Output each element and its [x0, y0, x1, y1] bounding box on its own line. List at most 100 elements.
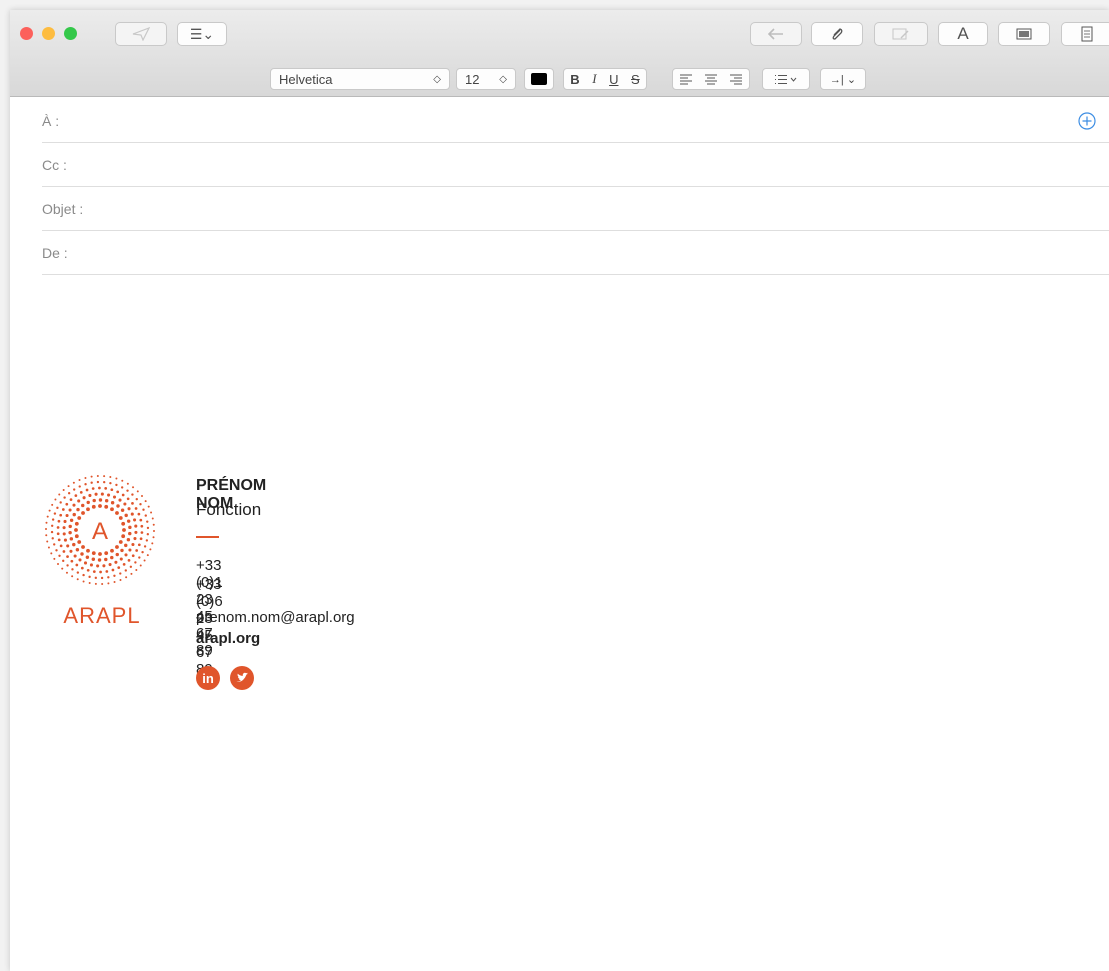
logo-dot	[122, 563, 126, 566]
logo-dot	[53, 543, 56, 546]
logo-dot	[139, 564, 142, 567]
logo-dot	[86, 507, 90, 512]
logo-dot	[63, 496, 66, 499]
close-window-button[interactable]	[20, 27, 33, 40]
linkedin-glyph: in	[202, 670, 214, 686]
to-field[interactable]: À :	[42, 100, 1109, 143]
logo-dot	[119, 572, 122, 575]
logo-dot	[142, 508, 145, 511]
logo-dot	[57, 519, 61, 523]
document-icon	[1081, 26, 1093, 42]
logo-dot	[139, 518, 143, 522]
logo-dot	[118, 498, 122, 502]
logo-dot	[116, 490, 120, 494]
logo-dot	[70, 559, 74, 563]
logo-dot	[103, 475, 106, 478]
linkedin-icon[interactable]: in	[196, 666, 220, 690]
logo-dot	[74, 494, 78, 497]
logo-dot	[115, 511, 119, 515]
logo-dot	[120, 486, 124, 489]
logo-dot	[118, 516, 123, 520]
logo-dot	[115, 545, 119, 549]
logo-dot	[140, 524, 144, 528]
font-size-select[interactable]: 12 ◇	[456, 68, 516, 90]
list-style-select[interactable]	[762, 68, 810, 90]
header-fields-button[interactable]: ☰⌄	[177, 22, 227, 46]
logo-dot	[89, 563, 93, 567]
logo-dot	[98, 504, 102, 508]
photo-browser-button[interactable]	[998, 22, 1050, 46]
subject-field[interactable]: Objet :	[42, 188, 1109, 231]
logo-dot	[74, 534, 79, 539]
align-left-icon[interactable]	[679, 74, 693, 85]
logo-dot	[62, 489, 65, 492]
twitter-icon[interactable]	[230, 666, 254, 690]
indent-select[interactable]: →| ⌄	[820, 68, 866, 90]
reply-button[interactable]	[750, 22, 802, 46]
logo-dot	[127, 507, 131, 511]
logo-dot	[61, 567, 64, 570]
from-field[interactable]: De :	[42, 232, 1109, 275]
logo-dot	[119, 578, 122, 581]
logo-dot	[96, 475, 99, 478]
logo-dot	[78, 479, 81, 482]
attach-button[interactable]	[811, 22, 863, 46]
from-label: De :	[42, 245, 68, 261]
website-link[interactable]: arapl.org	[196, 630, 260, 647]
logo-dot	[96, 564, 100, 568]
logo-dot	[126, 497, 130, 501]
logo-dot	[85, 555, 90, 559]
logo-dot	[96, 480, 100, 484]
italic-button[interactable]: I	[592, 71, 596, 87]
logo-dot	[56, 506, 59, 510]
logo-dot	[51, 524, 54, 527]
markup-button[interactable]	[874, 22, 928, 46]
logo-dot	[75, 563, 79, 567]
send-button[interactable]	[115, 22, 167, 46]
logo-dot	[57, 562, 60, 565]
logo-dot	[97, 558, 102, 562]
logo-dot	[92, 570, 96, 573]
logo-dot	[140, 495, 143, 498]
logo-dot	[94, 582, 97, 585]
logo-dot	[122, 528, 126, 532]
bold-button[interactable]: B	[570, 72, 579, 87]
logo-dot	[135, 568, 138, 571]
text-color-button[interactable]	[524, 68, 554, 90]
strikethrough-button[interactable]: S	[631, 72, 640, 87]
logo-dot	[82, 580, 85, 583]
cc-field[interactable]: Cc :	[42, 144, 1109, 187]
logo-dot	[92, 498, 96, 503]
align-right-icon[interactable]	[729, 74, 743, 85]
logo-dot	[91, 504, 96, 509]
reply-icon	[767, 28, 783, 40]
format-bar-button[interactable]	[1061, 22, 1109, 46]
text-style-group: B I U S	[563, 68, 647, 90]
underline-button[interactable]: U	[609, 72, 618, 87]
minimize-window-button[interactable]	[42, 27, 55, 40]
align-center-icon[interactable]	[704, 74, 718, 85]
logo-dot	[46, 515, 49, 518]
brand-name: ARAPL	[63, 603, 141, 628]
logo-dot	[81, 503, 85, 508]
email-link[interactable]: prenom.nom@arapl.org	[196, 609, 355, 626]
logo-dot	[102, 564, 106, 568]
logo-dot	[136, 490, 139, 493]
logo-dot	[104, 504, 109, 509]
logo-dot	[71, 568, 74, 571]
add-contact-icon[interactable]	[1077, 111, 1097, 131]
fonts-button[interactable]: A	[938, 22, 988, 46]
logo-dot	[59, 501, 62, 504]
logo-dot	[110, 555, 114, 560]
logo-dot	[138, 556, 141, 559]
logo-dot	[115, 552, 119, 557]
zoom-window-button[interactable]	[64, 27, 77, 40]
logo-dot	[127, 559, 131, 562]
logo-dot	[56, 526, 60, 529]
font-family-select[interactable]: Helvetica ◇	[270, 68, 450, 90]
logo-dot	[73, 488, 76, 491]
logo-dot	[146, 526, 150, 530]
logo-dot	[109, 481, 112, 485]
logo-dot	[90, 475, 93, 478]
logo-dot	[144, 500, 147, 503]
